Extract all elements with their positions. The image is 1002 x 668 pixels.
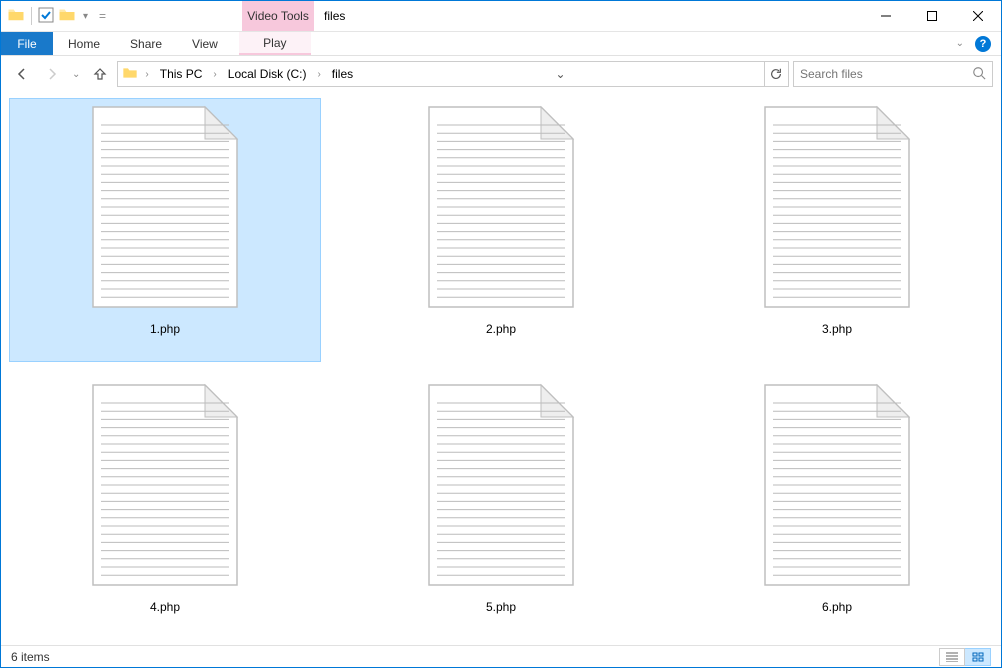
file-label: 3.php [822, 322, 852, 336]
file-item[interactable]: 1.php [9, 98, 321, 362]
help-icon[interactable]: ? [975, 36, 991, 52]
file-icon [423, 381, 579, 592]
tab-home[interactable]: Home [53, 32, 115, 55]
back-button[interactable] [9, 61, 35, 87]
folder-icon [122, 65, 138, 84]
ribbon-tabs: File Home Share View Play ⌄ ? [1, 32, 1001, 56]
address-bar[interactable]: › This PC › Local Disk (C:) › files ⌄ [117, 61, 789, 87]
up-button[interactable] [87, 61, 113, 87]
context-tab-header: Video Tools [242, 1, 314, 31]
maximize-button[interactable] [909, 1, 955, 31]
titlebar: ▾ = Video Tools files [1, 1, 1001, 32]
details-view-button[interactable] [939, 648, 965, 666]
qat-overflow[interactable]: = [95, 9, 106, 23]
file-icon [423, 103, 579, 314]
checkbox-icon[interactable] [38, 7, 54, 26]
search-box[interactable] [793, 61, 993, 87]
address-dropdown-icon[interactable]: ⌄ [549, 62, 573, 86]
file-label: 1.php [150, 322, 180, 336]
forward-button[interactable] [39, 61, 65, 87]
refresh-button[interactable] [764, 62, 788, 86]
window-title: files [314, 1, 863, 31]
file-item[interactable]: 5.php [345, 376, 657, 640]
status-text: 6 items [11, 650, 50, 664]
close-button[interactable] [955, 1, 1001, 31]
breadcrumb-folder[interactable]: files [328, 62, 357, 86]
address-row: ⌄ › This PC › Local Disk (C:) › files ⌄ [1, 56, 1001, 92]
status-bar: 6 items [1, 645, 1001, 667]
breadcrumb-drive[interactable]: Local Disk (C:) [224, 62, 311, 86]
chevron-right-icon[interactable]: › [210, 69, 219, 80]
separator [31, 7, 32, 25]
search-icon[interactable] [972, 66, 986, 83]
file-label: 2.php [486, 322, 516, 336]
chevron-down-icon[interactable]: ▾ [80, 11, 91, 22]
window-controls [863, 1, 1001, 31]
folder-icon[interactable] [58, 6, 76, 27]
breadcrumb-this-pc[interactable]: This PC [156, 62, 207, 86]
file-item[interactable]: 3.php [681, 98, 993, 362]
file-icon [759, 381, 915, 592]
file-icon [87, 103, 243, 314]
tab-view[interactable]: View [177, 32, 233, 55]
search-input[interactable] [800, 67, 972, 81]
file-label: 5.php [486, 600, 516, 614]
file-label: 6.php [822, 600, 852, 614]
folder-icon [7, 6, 25, 27]
file-grid[interactable]: 1.php 2.php 3.php 4.php 5.php [1, 92, 1001, 645]
ribbon-collapse-icon[interactable]: ⌄ [953, 38, 967, 49]
file-icon [87, 381, 243, 592]
file-icon [759, 103, 915, 314]
file-tab[interactable]: File [1, 32, 53, 55]
tab-play[interactable]: Play [239, 32, 311, 55]
chevron-right-icon[interactable]: › [314, 69, 323, 80]
view-switcher [939, 648, 991, 666]
recent-locations-icon[interactable]: ⌄ [69, 69, 83, 80]
file-item[interactable]: 6.php [681, 376, 993, 640]
chevron-right-icon[interactable]: › [142, 69, 151, 80]
file-item[interactable]: 2.php [345, 98, 657, 362]
large-icons-view-button[interactable] [965, 648, 991, 666]
tab-share[interactable]: Share [115, 32, 177, 55]
file-item[interactable]: 4.php [9, 376, 321, 640]
quick-access-toolbar: ▾ = [1, 1, 112, 31]
file-label: 4.php [150, 600, 180, 614]
minimize-button[interactable] [863, 1, 909, 31]
